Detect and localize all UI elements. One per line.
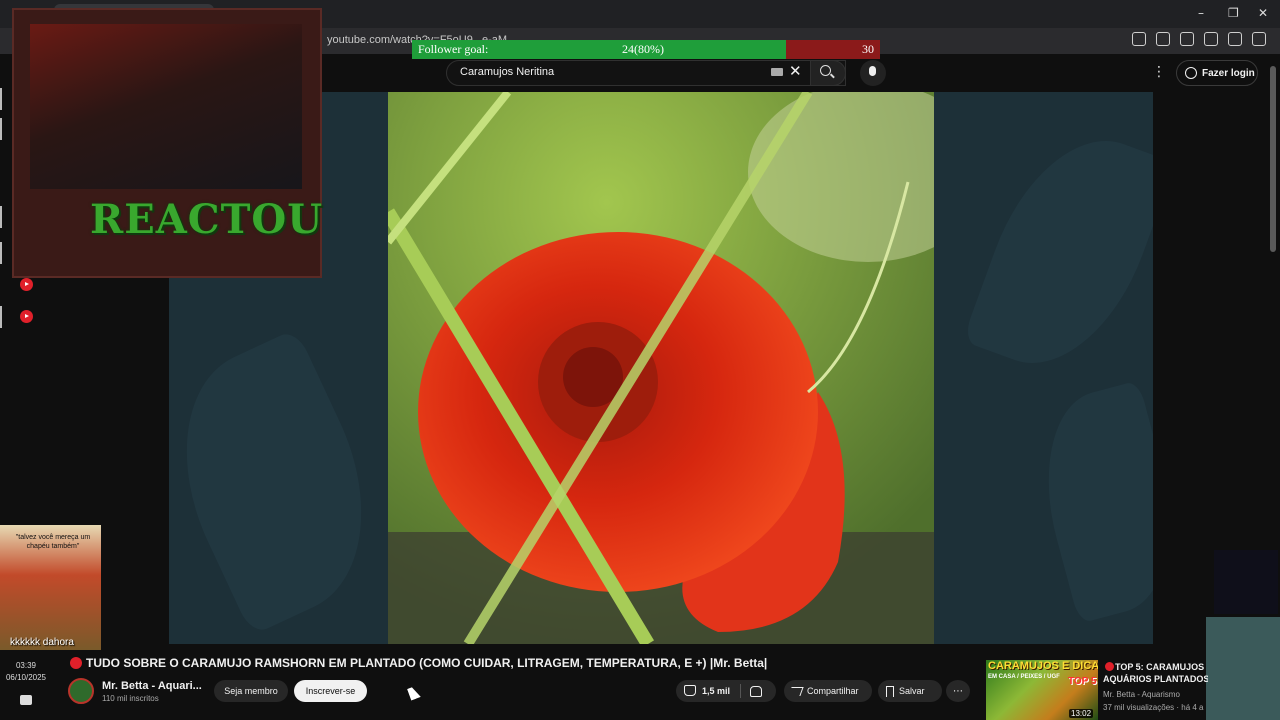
like-icon[interactable] xyxy=(684,685,696,696)
follower-goal-target: 30 xyxy=(862,42,874,56)
wizard-badge-image xyxy=(1214,550,1278,614)
rail-indicator[interactable] xyxy=(0,242,2,264)
like-count[interactable]: 1,5 mil xyxy=(702,686,730,696)
video-title-row: TUDO SOBRE O CARAMUJO RAMSHORN EM PLANTA… xyxy=(70,654,970,672)
background-leaf xyxy=(962,115,1153,389)
video-duration: 13:02 xyxy=(1069,709,1094,718)
recommendation-meta: 37 mil visualizações · há 4 a xyxy=(1103,703,1204,712)
clock-date: 06/10/2025 xyxy=(5,673,47,682)
thumbnail-title: CARAMUJOS E DICAS xyxy=(988,660,1098,672)
recommendation-title-line2[interactable]: AQUÁRIOS PLANTADOS xyxy=(1103,674,1208,684)
background-leaf xyxy=(1022,380,1153,624)
subscriber-count: 110 mil inscritos xyxy=(102,694,159,703)
follower-goal-bar: Follower goal: 24(80%) 30 xyxy=(412,40,880,59)
bookmark-icon xyxy=(886,685,894,697)
extension-icon[interactable] xyxy=(1132,32,1146,46)
cat-pumpkin-image xyxy=(1206,617,1280,720)
rail-indicator[interactable] xyxy=(0,88,2,110)
settings-menu-icon[interactable]: ⋮ xyxy=(1152,64,1166,80)
background-leaf xyxy=(169,328,406,636)
live-indicator-icon xyxy=(70,657,82,669)
share-icon xyxy=(788,686,804,696)
save-button[interactable]: Salvar xyxy=(878,680,942,702)
sidebar-icon[interactable] xyxy=(1180,32,1194,46)
user-icon xyxy=(1185,67,1197,79)
clear-search-icon[interactable]: ✕ xyxy=(789,62,802,80)
join-button[interactable]: Seja membro xyxy=(214,680,288,702)
brand-logo-text: REACTOU xyxy=(90,196,324,243)
system-clock: 03:39 06/10/2025 xyxy=(0,660,52,684)
clock-time: 03:39 xyxy=(15,661,37,670)
like-divider xyxy=(740,684,741,698)
follower-goal-count: 24(80%) xyxy=(622,42,664,56)
live-play-icon[interactable] xyxy=(20,310,33,323)
recommendation-channel[interactable]: Mr. Betta - Aquarismo xyxy=(1103,690,1180,699)
rail-indicator[interactable] xyxy=(0,306,2,328)
recommendation-title[interactable]: TOP 5: CARAMUJOS xyxy=(1103,661,1208,674)
minimize-icon[interactable]: – xyxy=(1198,6,1204,20)
thumbnail-subtitle: EM CASA / PEIXES / UGF xyxy=(988,674,1060,680)
wallet-icon[interactable] xyxy=(1204,32,1218,46)
maximize-icon[interactable]: ❐ xyxy=(1228,6,1239,20)
video-frame[interactable] xyxy=(388,92,934,644)
page-scrollbar[interactable] xyxy=(1270,66,1276,252)
microphone-icon[interactable] xyxy=(869,66,876,76)
rail-indicator[interactable] xyxy=(0,118,2,140)
meme-bottom-text: kkkkkk dahora xyxy=(10,637,74,648)
thumbnail-badge: TOP 5 xyxy=(1068,676,1097,687)
shield-icon[interactable] xyxy=(1228,32,1242,46)
save-label: Salvar xyxy=(899,686,925,696)
follower-goal-label: Follower goal: xyxy=(418,42,489,56)
close-window-icon[interactable]: ✕ xyxy=(1258,6,1268,20)
meme-image: "talvez você mereça um chapéu também" xyxy=(0,525,101,650)
dislike-icon[interactable] xyxy=(750,686,762,697)
login-label: Fazer login xyxy=(1202,67,1255,79)
share-button[interactable]: Compartilhar xyxy=(784,680,872,702)
live-play-icon[interactable] xyxy=(20,278,33,291)
rail-indicator[interactable] xyxy=(0,206,2,228)
channel-avatar[interactable] xyxy=(68,678,94,704)
meme-caption: "talvez você mereça um chapéu também" xyxy=(15,534,91,550)
keyboard-icon[interactable] xyxy=(771,68,783,76)
extension-icon[interactable] xyxy=(1156,32,1170,46)
search-icon[interactable] xyxy=(820,65,831,76)
browser-menu-icon[interactable] xyxy=(1252,32,1266,46)
screen: – ❐ ✕ youtube.com/watch?v=F5oU9...e-aM C… xyxy=(0,0,1280,720)
more-actions-button[interactable]: ⋯ xyxy=(946,680,970,702)
snail-scene xyxy=(388,92,934,644)
share-label: Compartilhar xyxy=(807,686,859,696)
subscribe-button[interactable]: Inscrever-se xyxy=(294,680,367,702)
search-query[interactable]: Caramujos Neritina xyxy=(460,66,554,78)
video-title: TUDO SOBRE O CARAMUJO RAMSHORN EM PLANTA… xyxy=(86,656,768,670)
webcam-feed xyxy=(30,24,302,189)
channel-name[interactable]: Mr. Betta - Aquari... xyxy=(102,680,202,692)
login-button[interactable]: Fazer login xyxy=(1176,60,1258,86)
extension-toolbar xyxy=(1132,32,1266,46)
mouse-cursor-icon xyxy=(407,685,421,701)
chat-icon[interactable] xyxy=(20,695,32,705)
